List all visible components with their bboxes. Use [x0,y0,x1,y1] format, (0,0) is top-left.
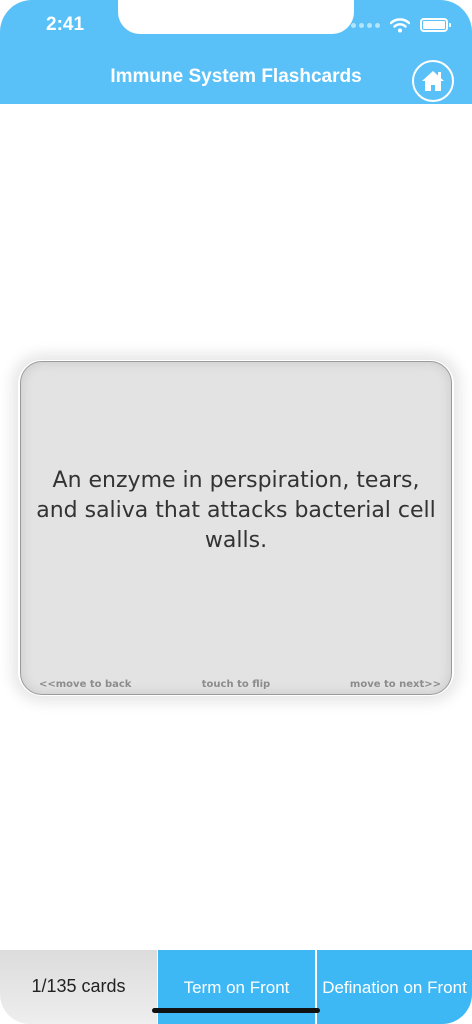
header-bar: 2:41 Immune System Flashcards [0,0,472,104]
device-notch [118,0,354,34]
cellular-signal-icon [351,22,380,28]
home-indicator[interactable] [152,1008,320,1013]
home-button[interactable] [412,60,454,102]
card-count: 1/135 cards [0,950,157,1024]
battery-icon [420,18,451,32]
app-screen: 2:41 Immune System Flashcards An enzyme … [0,0,472,1024]
flashcard-text: An enzyme in perspiration, tears, and sa… [36,468,436,553]
home-icon [422,71,444,91]
move-to-next-hint[interactable]: move to next>> [350,679,441,690]
status-indicators [351,14,451,36]
page-title: Immune System Flashcards [110,66,362,87]
flashcard[interactable]: An enzyme in perspiration, tears, and sa… [20,361,452,695]
status-time: 2:41 [46,14,85,35]
wifi-icon [390,18,410,33]
definition-on-front-button[interactable]: Defination on Front [315,950,472,1024]
